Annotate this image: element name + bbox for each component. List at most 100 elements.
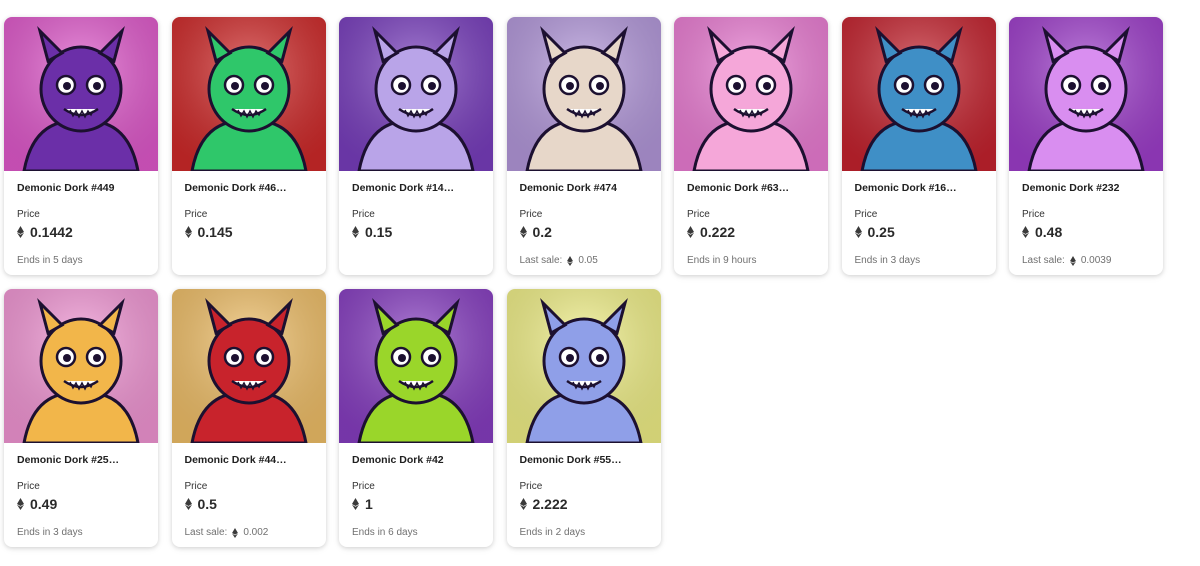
nft-thumbnail[interactable] bbox=[506, 17, 661, 171]
nft-thumbnail[interactable] bbox=[171, 289, 326, 443]
price-amount: 0.2 bbox=[532, 224, 552, 240]
nft-thumbnail[interactable] bbox=[1009, 17, 1163, 171]
price-value: 2.222 bbox=[519, 496, 568, 512]
last-sale-value: 0.05 bbox=[578, 255, 598, 266]
last-sale-label: Last sale: bbox=[1022, 255, 1065, 266]
ethereum-icon bbox=[352, 498, 359, 510]
patchwork-bear-art bbox=[506, 289, 661, 443]
nft-card-2[interactable]: Demonic Dork #46… Price 0.145 bbox=[171, 17, 326, 275]
price-amount: 0.48 bbox=[1035, 224, 1063, 240]
price-value: 0.2 bbox=[519, 224, 552, 240]
nft-card-10[interactable]: Demonic Dork #42 Price 1 Ends in 6 days bbox=[339, 289, 493, 547]
astronaut-cookie-art bbox=[506, 17, 661, 171]
blue-skull-cap-art bbox=[841, 17, 996, 171]
card-footer: Ends in 3 days bbox=[855, 255, 921, 266]
price-amount: 0.222 bbox=[700, 224, 736, 240]
nft-name[interactable]: Demonic Dork #46… bbox=[185, 182, 287, 194]
nft-name[interactable]: Demonic Dork #63… bbox=[687, 182, 789, 194]
ethereum-icon bbox=[184, 498, 192, 510]
auction-ends-text: Ends in 9 hours bbox=[687, 255, 757, 266]
price-amount: 0.25 bbox=[867, 224, 895, 240]
nft-card-4[interactable]: Demonic Dork #474 Price 0.2 Last sale: 0.… bbox=[506, 17, 661, 275]
ethereum-icon bbox=[184, 226, 192, 238]
nft-thumbnail[interactable] bbox=[339, 17, 493, 171]
nft-card-11[interactable]: Demonic Dork #55… Price 2.222 Ends in 2 … bbox=[506, 289, 661, 547]
nft-thumbnail[interactable] bbox=[171, 17, 326, 171]
price-value: 0.49 bbox=[17, 496, 57, 512]
nft-thumbnail[interactable] bbox=[506, 289, 661, 443]
last-sale-label: Last sale: bbox=[519, 255, 563, 266]
card-footer: Ends in 3 days bbox=[17, 527, 83, 538]
price-amount: 1 bbox=[365, 496, 373, 512]
price-label: Price bbox=[687, 209, 710, 220]
last-sale-value: 0.002 bbox=[243, 527, 269, 538]
last-sale-value: 0.0039 bbox=[1080, 255, 1112, 266]
nft-name[interactable]: Demonic Dork #474 bbox=[520, 182, 617, 194]
card-footer: Ends in 5 days bbox=[17, 255, 83, 266]
price-label: Price bbox=[17, 209, 40, 220]
nft-card-9[interactable]: Demonic Dork #44… Price 0.5 Last sale: 0.… bbox=[171, 289, 326, 547]
card-footer: Ends in 2 days bbox=[520, 527, 586, 538]
nft-name[interactable]: Demonic Dork #42 bbox=[352, 454, 444, 466]
ethereum-icon bbox=[352, 226, 359, 238]
oni-samurai-art bbox=[171, 289, 326, 443]
ethereum-icon bbox=[687, 226, 694, 238]
ethereum-icon bbox=[519, 226, 527, 238]
ethereum-icon bbox=[232, 527, 239, 538]
auction-ends-text: Ends in 3 days bbox=[854, 255, 921, 266]
price-label: Price bbox=[352, 481, 375, 492]
auction-ends-text: Ends in 5 days bbox=[17, 255, 83, 266]
nft-thumbnail[interactable] bbox=[339, 289, 493, 443]
ethereum-icon bbox=[567, 255, 574, 266]
nft-thumbnail[interactable] bbox=[4, 289, 158, 443]
auction-ends-text: Ends in 6 days bbox=[352, 527, 418, 538]
ethereum-icon bbox=[17, 226, 24, 238]
price-label: Price bbox=[184, 481, 208, 492]
ethereum-icon bbox=[17, 498, 24, 510]
auction-ends-text: Ends in 3 days bbox=[17, 527, 83, 538]
ethereum-icon bbox=[1022, 226, 1029, 238]
ethereum-icon bbox=[854, 226, 862, 238]
mouth-head-monster-art bbox=[339, 17, 493, 171]
price-amount: 0.5 bbox=[197, 496, 217, 512]
nft-name[interactable]: Demonic Dork #16… bbox=[855, 182, 957, 194]
nft-card-8[interactable]: Demonic Dork #25… Price 0.49 Ends in 3 d… bbox=[4, 289, 158, 547]
nft-name[interactable]: Demonic Dork #232 bbox=[1022, 182, 1119, 194]
nft-card-5[interactable]: Demonic Dork #63… Price 0.222 Ends in 9 … bbox=[674, 17, 828, 275]
price-amount: 0.49 bbox=[30, 496, 58, 512]
price-label: Price bbox=[519, 209, 543, 220]
nft-name[interactable]: Demonic Dork #14… bbox=[352, 182, 454, 194]
card-footer: Last sale: 0.05 bbox=[520, 255, 598, 266]
golden-king-demon-art bbox=[4, 289, 158, 443]
nft-card-6[interactable]: Demonic Dork #16… Price 0.25 Ends in 3 d… bbox=[841, 17, 996, 275]
nft-name[interactable]: Demonic Dork #55… bbox=[520, 454, 622, 466]
purple-bat-demon-art bbox=[4, 17, 158, 171]
nft-name[interactable]: Demonic Dork #449 bbox=[17, 182, 114, 194]
auction-ends-text: Ends in 2 days bbox=[519, 527, 586, 538]
nft-thumbnail[interactable] bbox=[674, 17, 828, 171]
price-label: Price bbox=[1022, 209, 1045, 220]
nft-grid: Demonic Dork #449 Price 0.1442 Ends in 5… bbox=[0, 0, 1200, 566]
price-label: Price bbox=[17, 481, 40, 492]
price-value: 0.15 bbox=[352, 224, 392, 240]
price-label: Price bbox=[184, 209, 208, 220]
ethereum-icon bbox=[1069, 255, 1076, 266]
card-footer: Last sale: 0.0039 bbox=[1022, 255, 1111, 266]
card-footer: Last sale: 0.002 bbox=[185, 527, 269, 538]
nft-name[interactable]: Demonic Dork #25… bbox=[17, 454, 119, 466]
many-eyed-octopus-art bbox=[1009, 17, 1163, 171]
nft-card-3[interactable]: Demonic Dork #14… Price 0.15 bbox=[339, 17, 493, 275]
price-amount: 0.15 bbox=[365, 224, 393, 240]
price-value: 0.48 bbox=[1022, 224, 1062, 240]
nft-card-1[interactable]: Demonic Dork #449 Price 0.1442 Ends in 5… bbox=[4, 17, 158, 275]
nft-card-7[interactable]: Demonic Dork #232 Price 0.48 Last sale: 0… bbox=[1009, 17, 1163, 275]
green-lizard-monster-art bbox=[171, 17, 326, 171]
price-value: 1 bbox=[352, 496, 373, 512]
price-value: 0.5 bbox=[184, 496, 217, 512]
price-label: Price bbox=[854, 209, 878, 220]
green-alien-art bbox=[339, 289, 493, 443]
last-sale-label: Last sale: bbox=[184, 527, 228, 538]
nft-thumbnail[interactable] bbox=[4, 17, 158, 171]
nft-name[interactable]: Demonic Dork #44… bbox=[185, 454, 287, 466]
nft-thumbnail[interactable] bbox=[841, 17, 996, 171]
